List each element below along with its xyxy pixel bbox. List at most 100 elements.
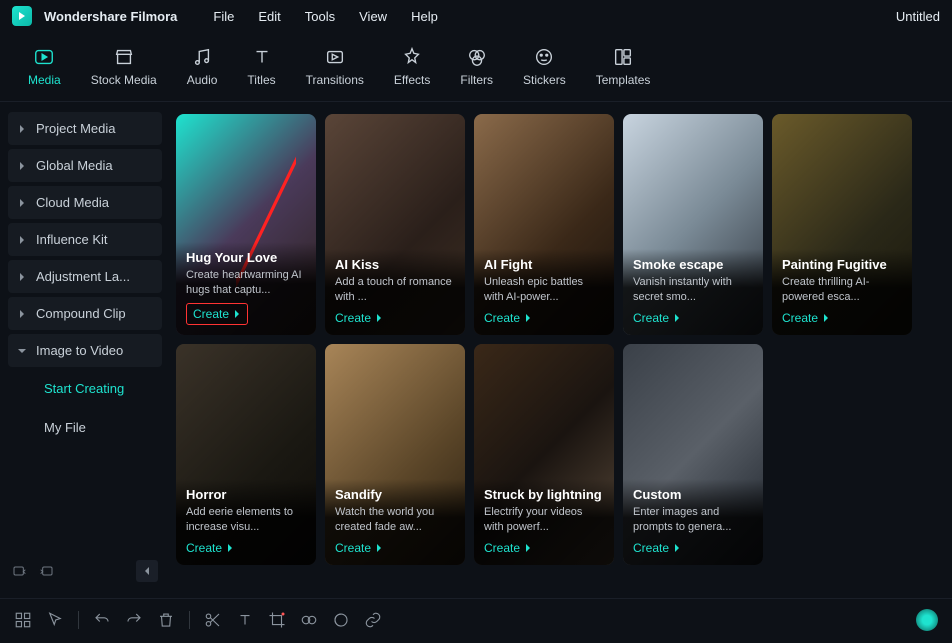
trash-icon[interactable] (157, 611, 175, 629)
chevron-right-icon (524, 544, 532, 552)
sidebar-item-image-to-video[interactable]: Image to Video (8, 334, 162, 367)
card-overlay: AI Kiss Add a touch of romance with ... … (325, 249, 465, 335)
separator (78, 611, 79, 629)
pointer-icon[interactable] (46, 611, 64, 629)
link-icon[interactable] (364, 611, 382, 629)
filters-icon (466, 46, 488, 68)
card-desc: Add a touch of romance with ... (335, 275, 455, 304)
tab-templates[interactable]: Templates (596, 46, 651, 87)
card-desc: Create heartwarming AI hugs that captu..… (186, 268, 306, 297)
tab-templates-label: Templates (596, 73, 651, 87)
music-icon (191, 46, 213, 68)
tab-transitions-label: Transitions (306, 73, 364, 87)
create-button[interactable]: Create (186, 541, 234, 555)
tab-stock-media[interactable]: Stock Media (91, 46, 157, 87)
template-card-hug-your-love[interactable]: Hug Your Love Create heartwarming AI hug… (176, 114, 316, 335)
card-title: Smoke escape (633, 257, 753, 272)
text-tool-icon[interactable] (236, 611, 254, 629)
create-button[interactable]: Create (484, 311, 532, 325)
create-button[interactable]: Create (633, 311, 681, 325)
bottom-toolbar (0, 598, 952, 640)
template-card-painting-fugitive[interactable]: Painting Fugitive Create thrilling AI-po… (772, 114, 912, 335)
template-card-ai-kiss[interactable]: AI Kiss Add a touch of romance with ... … (325, 114, 465, 335)
menu-view[interactable]: View (359, 9, 387, 24)
create-button[interactable]: Create (633, 541, 681, 555)
create-button[interactable]: Create (484, 541, 532, 555)
transitions-icon (324, 46, 346, 68)
menu-help[interactable]: Help (411, 9, 438, 24)
tab-media-label: Media (28, 73, 61, 87)
folder-export-icon[interactable] (38, 563, 54, 579)
create-label: Create (782, 311, 818, 325)
create-button[interactable]: Create (335, 311, 383, 325)
card-title: AI Kiss (335, 257, 455, 272)
tab-filters[interactable]: Filters (460, 46, 493, 87)
template-card-ai-fight[interactable]: AI Fight Unleash epic battles with AI-po… (474, 114, 614, 335)
store-icon (113, 46, 135, 68)
template-card-custom[interactable]: Custom Enter images and prompts to gener… (623, 344, 763, 565)
template-card-smoke-escape[interactable]: Smoke escape Vanish instantly with secre… (623, 114, 763, 335)
menu-file[interactable]: File (213, 9, 234, 24)
sidebar-sub-my-file[interactable]: My File (8, 410, 162, 445)
chevron-right-icon (233, 310, 241, 318)
create-label: Create (193, 307, 229, 321)
template-card-horror[interactable]: Horror Add eerie elements to increase vi… (176, 344, 316, 565)
collapse-sidebar-button[interactable] (136, 560, 158, 582)
speed-icon[interactable] (300, 611, 318, 629)
tab-audio[interactable]: Audio (187, 46, 218, 87)
tab-filters-label: Filters (460, 73, 493, 87)
content-area: Hug Your Love Create heartwarming AI hug… (170, 102, 952, 598)
tab-stickers-label: Stickers (523, 73, 566, 87)
sidebar-item-project-media[interactable]: Project Media (8, 112, 162, 145)
sidebar-item-compound-clip[interactable]: Compound Clip (8, 297, 162, 330)
tab-transitions[interactable]: Transitions (306, 46, 364, 87)
chevron-right-icon (375, 314, 383, 322)
sidebar-item-global-media[interactable]: Global Media (8, 149, 162, 182)
assistant-icon[interactable] (916, 609, 938, 631)
folder-import-icon[interactable] (12, 563, 28, 579)
create-label: Create (633, 541, 669, 555)
templates-icon (612, 46, 634, 68)
chevron-right-icon (18, 273, 26, 281)
card-title: Sandify (335, 487, 455, 502)
create-label: Create (335, 541, 371, 555)
sidebar-sub-start-creating[interactable]: Start Creating (8, 371, 162, 406)
tab-audio-label: Audio (187, 73, 218, 87)
create-button[interactable]: Create (186, 303, 248, 325)
grid-icon[interactable] (14, 611, 32, 629)
undo-icon[interactable] (93, 611, 111, 629)
create-button[interactable]: Create (782, 311, 830, 325)
chevron-right-icon (822, 314, 830, 322)
create-button[interactable]: Create (335, 541, 383, 555)
card-overlay: Custom Enter images and prompts to gener… (623, 479, 763, 565)
card-title: AI Fight (484, 257, 604, 272)
document-title: Untitled (896, 9, 940, 24)
crop-icon[interactable] (268, 611, 286, 629)
menu-tools[interactable]: Tools (305, 9, 335, 24)
chevron-right-icon (18, 125, 26, 133)
tab-titles[interactable]: Titles (247, 46, 275, 87)
template-card-sandify[interactable]: Sandify Watch the world you created fade… (325, 344, 465, 565)
app-logo-icon (12, 6, 32, 26)
card-title: Painting Fugitive (782, 257, 902, 272)
sidebar-item-influence-kit[interactable]: Influence Kit (8, 223, 162, 256)
card-desc: Unleash epic battles with AI-power... (484, 275, 604, 304)
card-overlay: Painting Fugitive Create thrilling AI-po… (772, 249, 912, 335)
chevron-right-icon (18, 310, 26, 318)
card-desc: Add eerie elements to increase visu... (186, 505, 306, 534)
color-icon[interactable] (332, 611, 350, 629)
sidebar-item-label: Adjustment La... (36, 269, 130, 284)
sidebar-item-adjustment-layer[interactable]: Adjustment La... (8, 260, 162, 293)
redo-icon[interactable] (125, 611, 143, 629)
menu-edit[interactable]: Edit (258, 9, 280, 24)
stickers-icon (533, 46, 555, 68)
template-card-struck-by-lightning[interactable]: Struck by lightning Electrify your video… (474, 344, 614, 565)
tab-stickers[interactable]: Stickers (523, 46, 566, 87)
main-area: Project Media Global Media Cloud Media I… (0, 102, 952, 598)
tab-media[interactable]: Media (28, 46, 61, 87)
tab-effects[interactable]: Effects (394, 46, 430, 87)
chevron-right-icon (18, 236, 26, 244)
sidebar-item-cloud-media[interactable]: Cloud Media (8, 186, 162, 219)
scissors-icon[interactable] (204, 611, 222, 629)
app-name: Wondershare Filmora (44, 9, 177, 24)
